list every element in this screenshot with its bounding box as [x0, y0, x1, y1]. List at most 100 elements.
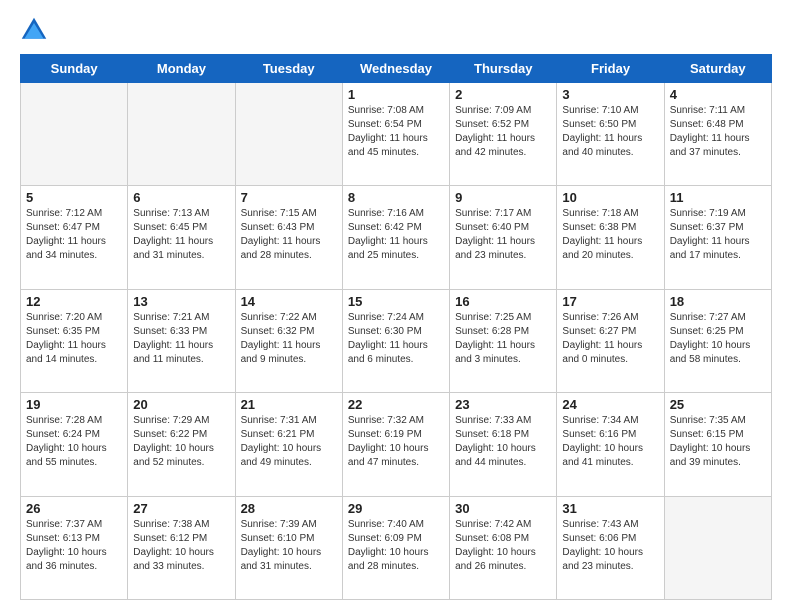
calendar-cell: 27 Sunrise: 7:38 AM Sunset: 6:12 PM Dayli… [128, 496, 235, 599]
calendar-cell: 30 Sunrise: 7:42 AM Sunset: 6:08 PM Dayli… [450, 496, 557, 599]
calendar-table: SundayMondayTuesdayWednesdayThursdayFrid… [20, 54, 772, 600]
calendar-cell: 26 Sunrise: 7:37 AM Sunset: 6:13 PM Dayli… [21, 496, 128, 599]
calendar-cell [664, 496, 771, 599]
day-info: Sunrise: 7:09 AM Sunset: 6:52 PM Dayligh… [455, 104, 551, 160]
day-info: Sunrise: 7:29 AM Sunset: 6:22 PM Dayligh… [133, 414, 229, 470]
calendar-cell [235, 83, 342, 186]
day-info: Sunrise: 7:21 AM Sunset: 6:33 PM Dayligh… [133, 311, 229, 367]
day-number: 3 [562, 87, 658, 102]
logo [20, 16, 52, 44]
day-number: 20 [133, 397, 229, 412]
calendar-cell: 6Sunrise: 7:13 AM Sunset: 6:45 PM Daylig… [128, 186, 235, 289]
calendar-week-4: 19 Sunrise: 7:28 AM Sunset: 6:24 PM Dayli… [21, 393, 772, 496]
day-info: Sunrise: 7:28 AM Sunset: 6:24 PM Dayligh… [26, 414, 122, 470]
day-info: Sunrise: 7:34 AM Sunset: 6:16 PM Dayligh… [562, 414, 658, 470]
day-info: Sunrise: 7:13 AM Sunset: 6:45 PM Dayligh… [133, 207, 229, 263]
day-info: Sunrise: 7:35 AM Sunset: 6:15 PM Dayligh… [670, 414, 766, 470]
day-number: 31 [562, 501, 658, 516]
day-info: Sunrise: 7:18 AM Sunset: 6:38 PM Dayligh… [562, 207, 658, 263]
day-info: Sunrise: 7:39 AM Sunset: 6:10 PM Dayligh… [241, 518, 337, 574]
day-info: Sunrise: 7:27 AM Sunset: 6:25 PM Dayligh… [670, 311, 766, 367]
calendar-cell: 1 Sunrise: 7:08 AM Sunset: 6:54 PM Daylig… [342, 83, 449, 186]
calendar-cell: 20 Sunrise: 7:29 AM Sunset: 6:22 PM Dayli… [128, 393, 235, 496]
day-info: Sunrise: 7:31 AM Sunset: 6:21 PM Dayligh… [241, 414, 337, 470]
day-number: 4 [670, 87, 766, 102]
weekday-header-saturday: Saturday [664, 55, 771, 83]
calendar-cell: 21 Sunrise: 7:31 AM Sunset: 6:21 PM Dayli… [235, 393, 342, 496]
day-info: Sunrise: 7:25 AM Sunset: 6:28 PM Dayligh… [455, 311, 551, 367]
calendar-cell: 23 Sunrise: 7:33 AM Sunset: 6:18 PM Dayli… [450, 393, 557, 496]
calendar-week-1: 1 Sunrise: 7:08 AM Sunset: 6:54 PM Daylig… [21, 83, 772, 186]
calendar-cell: 9 Sunrise: 7:17 AM Sunset: 6:40 PM Daylig… [450, 186, 557, 289]
day-info: Sunrise: 7:43 AM Sunset: 6:06 PM Dayligh… [562, 518, 658, 574]
day-number: 10 [562, 190, 658, 205]
day-number: 25 [670, 397, 766, 412]
calendar-cell: 3 Sunrise: 7:10 AM Sunset: 6:50 PM Daylig… [557, 83, 664, 186]
day-info: Sunrise: 7:38 AM Sunset: 6:12 PM Dayligh… [133, 518, 229, 574]
day-number: 13 [133, 294, 229, 309]
day-info: Sunrise: 7:17 AM Sunset: 6:40 PM Dayligh… [455, 207, 551, 263]
day-number: 15 [348, 294, 444, 309]
day-number: 16 [455, 294, 551, 309]
calendar-cell: 28 Sunrise: 7:39 AM Sunset: 6:10 PM Dayli… [235, 496, 342, 599]
day-number: 8 [348, 190, 444, 205]
day-number: 23 [455, 397, 551, 412]
day-number: 24 [562, 397, 658, 412]
day-number: 22 [348, 397, 444, 412]
day-number: 18 [670, 294, 766, 309]
calendar-week-3: 12 Sunrise: 7:20 AM Sunset: 6:35 PM Dayli… [21, 289, 772, 392]
day-number: 2 [455, 87, 551, 102]
calendar-cell: 10 Sunrise: 7:18 AM Sunset: 6:38 PM Dayli… [557, 186, 664, 289]
day-info: Sunrise: 7:10 AM Sunset: 6:50 PM Dayligh… [562, 104, 658, 160]
calendar-cell: 29 Sunrise: 7:40 AM Sunset: 6:09 PM Dayli… [342, 496, 449, 599]
day-info: Sunrise: 7:37 AM Sunset: 6:13 PM Dayligh… [26, 518, 122, 574]
day-number: 21 [241, 397, 337, 412]
calendar-cell: 11 Sunrise: 7:19 AM Sunset: 6:37 PM Dayli… [664, 186, 771, 289]
day-number: 17 [562, 294, 658, 309]
day-number: 1 [348, 87, 444, 102]
day-number: 27 [133, 501, 229, 516]
day-info: Sunrise: 7:42 AM Sunset: 6:08 PM Dayligh… [455, 518, 551, 574]
logo-icon [20, 16, 48, 44]
day-info: Sunrise: 7:40 AM Sunset: 6:09 PM Dayligh… [348, 518, 444, 574]
day-number: 19 [26, 397, 122, 412]
day-number: 30 [455, 501, 551, 516]
day-info: Sunrise: 7:11 AM Sunset: 6:48 PM Dayligh… [670, 104, 766, 160]
calendar-cell: 25 Sunrise: 7:35 AM Sunset: 6:15 PM Dayli… [664, 393, 771, 496]
weekday-header-tuesday: Tuesday [235, 55, 342, 83]
day-info: Sunrise: 7:16 AM Sunset: 6:42 PM Dayligh… [348, 207, 444, 263]
calendar-cell: 8 Sunrise: 7:16 AM Sunset: 6:42 PM Daylig… [342, 186, 449, 289]
day-number: 28 [241, 501, 337, 516]
day-number: 12 [26, 294, 122, 309]
day-info: Sunrise: 7:08 AM Sunset: 6:54 PM Dayligh… [348, 104, 444, 160]
day-number: 7 [241, 190, 337, 205]
calendar-cell: 22Sunrise: 7:32 AM Sunset: 6:19 PM Dayli… [342, 393, 449, 496]
calendar-week-5: 26 Sunrise: 7:37 AM Sunset: 6:13 PM Dayli… [21, 496, 772, 599]
day-number: 14 [241, 294, 337, 309]
calendar-cell: 2 Sunrise: 7:09 AM Sunset: 6:52 PM Daylig… [450, 83, 557, 186]
day-info: Sunrise: 7:19 AM Sunset: 6:37 PM Dayligh… [670, 207, 766, 263]
day-number: 5 [26, 190, 122, 205]
calendar-cell: 24 Sunrise: 7:34 AM Sunset: 6:16 PM Dayli… [557, 393, 664, 496]
calendar-cell: 4 Sunrise: 7:11 AM Sunset: 6:48 PM Daylig… [664, 83, 771, 186]
weekday-header-friday: Friday [557, 55, 664, 83]
day-number: 26 [26, 501, 122, 516]
day-info: Sunrise: 7:22 AM Sunset: 6:32 PM Dayligh… [241, 311, 337, 367]
calendar-cell: 16 Sunrise: 7:25 AM Sunset: 6:28 PM Dayli… [450, 289, 557, 392]
weekday-header-monday: Monday [128, 55, 235, 83]
calendar-cell: 7Sunrise: 7:15 AM Sunset: 6:43 PM Daylig… [235, 186, 342, 289]
day-info: Sunrise: 7:20 AM Sunset: 6:35 PM Dayligh… [26, 311, 122, 367]
calendar-cell [128, 83, 235, 186]
page: SundayMondayTuesdayWednesdayThursdayFrid… [0, 0, 792, 612]
day-number: 9 [455, 190, 551, 205]
weekday-header-row: SundayMondayTuesdayWednesdayThursdayFrid… [21, 55, 772, 83]
calendar-cell: 15Sunrise: 7:24 AM Sunset: 6:30 PM Dayli… [342, 289, 449, 392]
weekday-header-thursday: Thursday [450, 55, 557, 83]
calendar-cell: 13 Sunrise: 7:21 AM Sunset: 6:33 PM Dayli… [128, 289, 235, 392]
calendar-cell: 5Sunrise: 7:12 AM Sunset: 6:47 PM Daylig… [21, 186, 128, 289]
day-number: 11 [670, 190, 766, 205]
day-info: Sunrise: 7:33 AM Sunset: 6:18 PM Dayligh… [455, 414, 551, 470]
calendar-cell: 19 Sunrise: 7:28 AM Sunset: 6:24 PM Dayli… [21, 393, 128, 496]
day-info: Sunrise: 7:26 AM Sunset: 6:27 PM Dayligh… [562, 311, 658, 367]
day-number: 29 [348, 501, 444, 516]
